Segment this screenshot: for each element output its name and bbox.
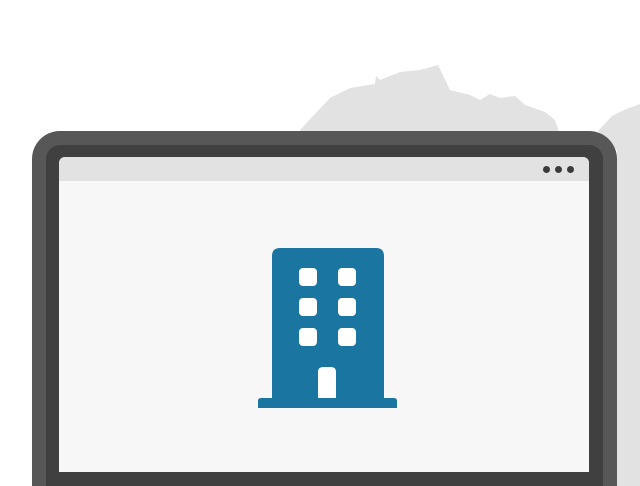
browser-titlebar	[59, 157, 589, 181]
building-icon	[258, 248, 397, 408]
illustration-scene	[0, 0, 640, 486]
more-horizontal-icon[interactable]	[541, 165, 577, 175]
browser-window	[59, 157, 589, 472]
